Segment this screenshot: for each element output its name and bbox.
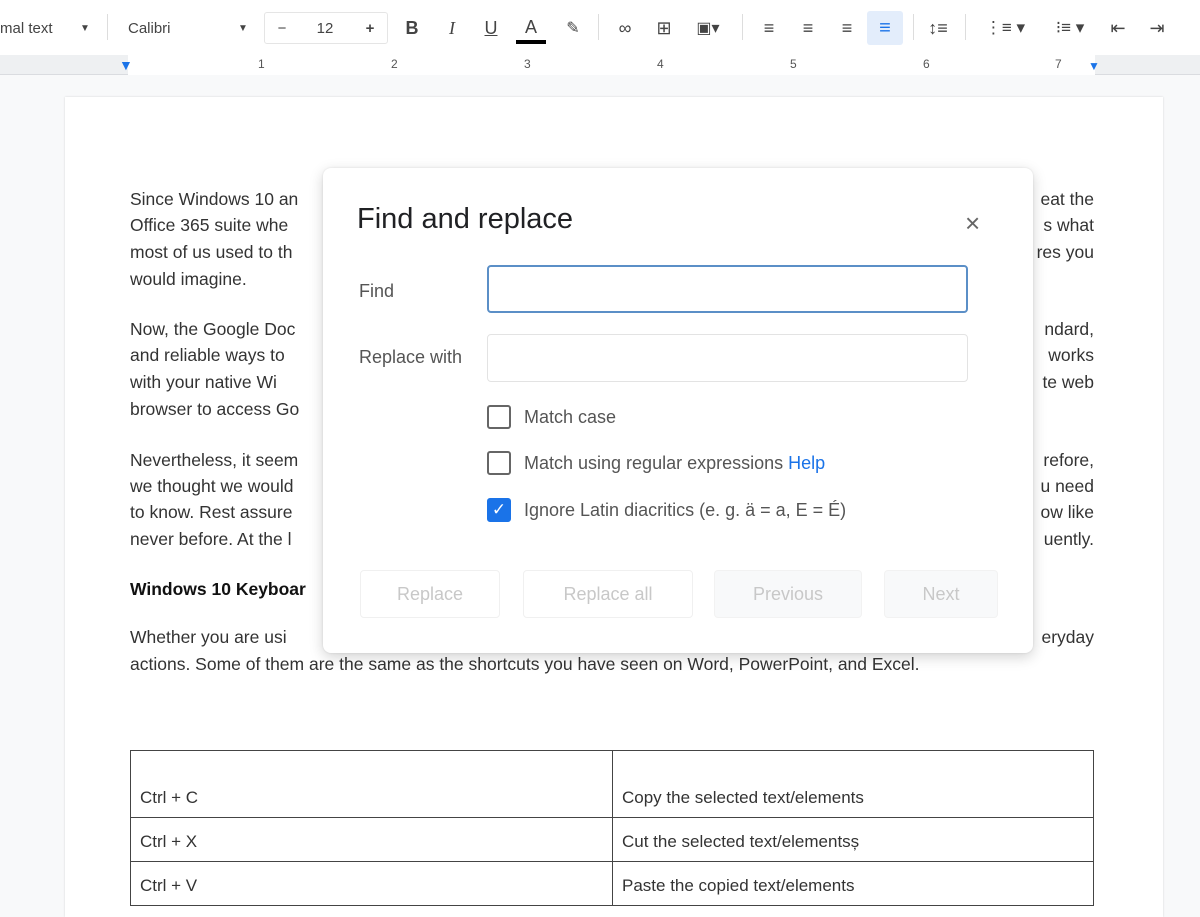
paragraph-line: and reliable ways to (130, 345, 285, 365)
divider (742, 14, 743, 40)
insert-image-icon[interactable]: ▣▾ (690, 14, 726, 42)
table-cell[interactable]: Ctrl + V (130, 861, 613, 906)
paragraph-line: eryday (1041, 627, 1094, 647)
regex-checkbox[interactable]: Match using regular expressions Help (487, 451, 825, 475)
divider (913, 14, 914, 40)
italic-button[interactable]: I (442, 14, 462, 42)
checkbox-icon[interactable] (487, 451, 511, 475)
numbered-list-icon[interactable]: ⋮≡ ▾ (980, 14, 1030, 42)
divider (965, 14, 966, 40)
replace-all-button[interactable]: Replace all (523, 570, 693, 618)
table-cell[interactable]: Copy the selected text/elements (612, 750, 1094, 818)
link-icon[interactable]: ∞ (612, 14, 638, 42)
paragraph-line: ndard, (1044, 319, 1094, 339)
text-color-button[interactable]: A (516, 14, 546, 44)
diacritics-checkbox[interactable]: ✓ Ignore Latin diacritics (e. g. ä = a, E… (487, 498, 846, 522)
diacritics-label: Ignore Latin diacritics (e. g. ä = a, E … (524, 499, 847, 520)
paragraph-line: never before. At the l (130, 529, 292, 549)
table-row: Ctrl + C Copy the selected text/elements (130, 750, 1094, 818)
chevron-down-icon[interactable]: ▼ (80, 14, 90, 42)
highlight-pen-icon[interactable]: ✎ (562, 14, 584, 42)
paragraph-line: Since Windows 10 an (130, 189, 299, 209)
close-icon[interactable]: × (965, 208, 980, 239)
table-cell[interactable]: Cut the selected text/elementsș (612, 817, 1094, 862)
paragraph-line: browser to access Go (130, 399, 300, 419)
checkbox-icon[interactable] (487, 405, 511, 429)
paragraph-line: most of us used to th (130, 242, 293, 262)
align-center-icon[interactable]: ≡ (796, 14, 820, 42)
ruler-content-area (128, 55, 1095, 75)
divider (598, 14, 599, 40)
ruler-number: 2 (391, 57, 398, 71)
table-cell[interactable]: Ctrl + X (130, 817, 613, 862)
help-link[interactable]: Help (788, 453, 825, 474)
paragraph-line: Now, the Google Doc (130, 319, 296, 339)
table-row: Ctrl + X Cut the selected text/elementsș (130, 817, 1094, 862)
paragraph-line: to know. Rest assure (130, 502, 293, 522)
ruler-number: 6 (923, 57, 930, 71)
ruler-number: 1 (258, 57, 265, 71)
table-row: Ctrl + V Paste the copied text/elements (130, 861, 1094, 906)
left-indent-marker[interactable]: ▼ (119, 57, 133, 73)
chevron-down-icon[interactable]: ▼ (238, 14, 248, 42)
table-cell[interactable]: Ctrl + C (130, 750, 613, 818)
replace-button[interactable]: Replace (360, 570, 500, 618)
increase-indent-icon[interactable]: ⇥ (1145, 14, 1169, 42)
align-right-icon[interactable]: ≡ (835, 14, 859, 42)
underline-button[interactable]: U (481, 14, 501, 42)
paragraph-line: te web (1042, 372, 1094, 392)
find-input[interactable] (487, 265, 968, 313)
justify-icon[interactable]: ≡ (867, 11, 903, 45)
increase-font-button[interactable]: + (360, 14, 380, 42)
paragraph-line: Whether you are usi (130, 627, 287, 647)
ruler-number: 4 (657, 57, 664, 71)
replace-input[interactable] (487, 334, 968, 382)
next-button[interactable]: Next (884, 570, 998, 618)
paragraph-line: s what (1043, 215, 1094, 235)
add-comment-icon[interactable]: ⊞ (652, 14, 676, 42)
paragraph-line: res you (1036, 242, 1094, 262)
dialog-title: Find and replace (357, 203, 574, 235)
shortcuts-table: Ctrl + C Copy the selected text/elements … (130, 750, 1094, 906)
paragraph-line: with your native Wi (130, 372, 277, 392)
ruler-number: 3 (524, 57, 531, 71)
paragraph-line: actions. Some of them are the same as th… (130, 654, 920, 674)
bold-button[interactable]: B (402, 14, 422, 42)
checkmark-icon[interactable]: ✓ (487, 498, 511, 522)
match-case-label: Match case (524, 406, 617, 427)
ruler-number: 5 (790, 57, 797, 71)
paragraph-line: Office 365 suite whe (130, 215, 289, 235)
decrease-font-button[interactable]: − (272, 14, 292, 42)
font-size-input[interactable]: 12 (305, 14, 345, 42)
paragraph-line: works (1048, 345, 1094, 365)
find-label: Find (359, 281, 395, 301)
table-cell[interactable]: Paste the copied text/elements (612, 861, 1094, 906)
toolbar: mal text ▼ Calibri ▼ − 12 + B I U A ✎ ∞ … (0, 0, 1200, 55)
decrease-indent-icon[interactable]: ⇤ (1106, 14, 1130, 42)
font-dropdown[interactable]: Calibri (128, 14, 171, 42)
paragraph-line: would imagine. (130, 269, 247, 289)
paragraph-line: we thought we would (130, 476, 294, 496)
right-indent-marker[interactable]: ▼ (1088, 59, 1100, 73)
align-left-icon[interactable]: ≡ (757, 14, 781, 42)
match-case-checkbox[interactable]: Match case (487, 405, 616, 429)
regex-label: Match using regular expressions (524, 452, 784, 473)
section-heading: Windows 10 Keyboar (130, 579, 306, 599)
line-spacing-icon[interactable]: ↕≡ (925, 14, 951, 42)
paragraph-line: Nevertheless, it seem (130, 450, 299, 470)
style-dropdown[interactable]: mal text (0, 14, 53, 42)
paragraph-line: eat the (1040, 189, 1094, 209)
bulleted-list-icon[interactable]: ⁝≡ ▾ (1045, 14, 1095, 42)
previous-button[interactable]: Previous (714, 570, 862, 618)
paragraph-line: ow like (1040, 502, 1095, 522)
paragraph-line: u need (1040, 476, 1094, 496)
paragraph-line: refore, (1043, 450, 1094, 470)
find-replace-dialog: Find and replace × Find Replace with Mat… (323, 168, 1033, 653)
ruler-number: 7 (1055, 57, 1062, 71)
replace-label: Replace with (359, 347, 463, 367)
ruler: ▼ ▼ 1 2 3 4 5 6 7 (0, 55, 1200, 75)
paragraph-line: uently. (1043, 529, 1094, 549)
divider (107, 14, 108, 40)
